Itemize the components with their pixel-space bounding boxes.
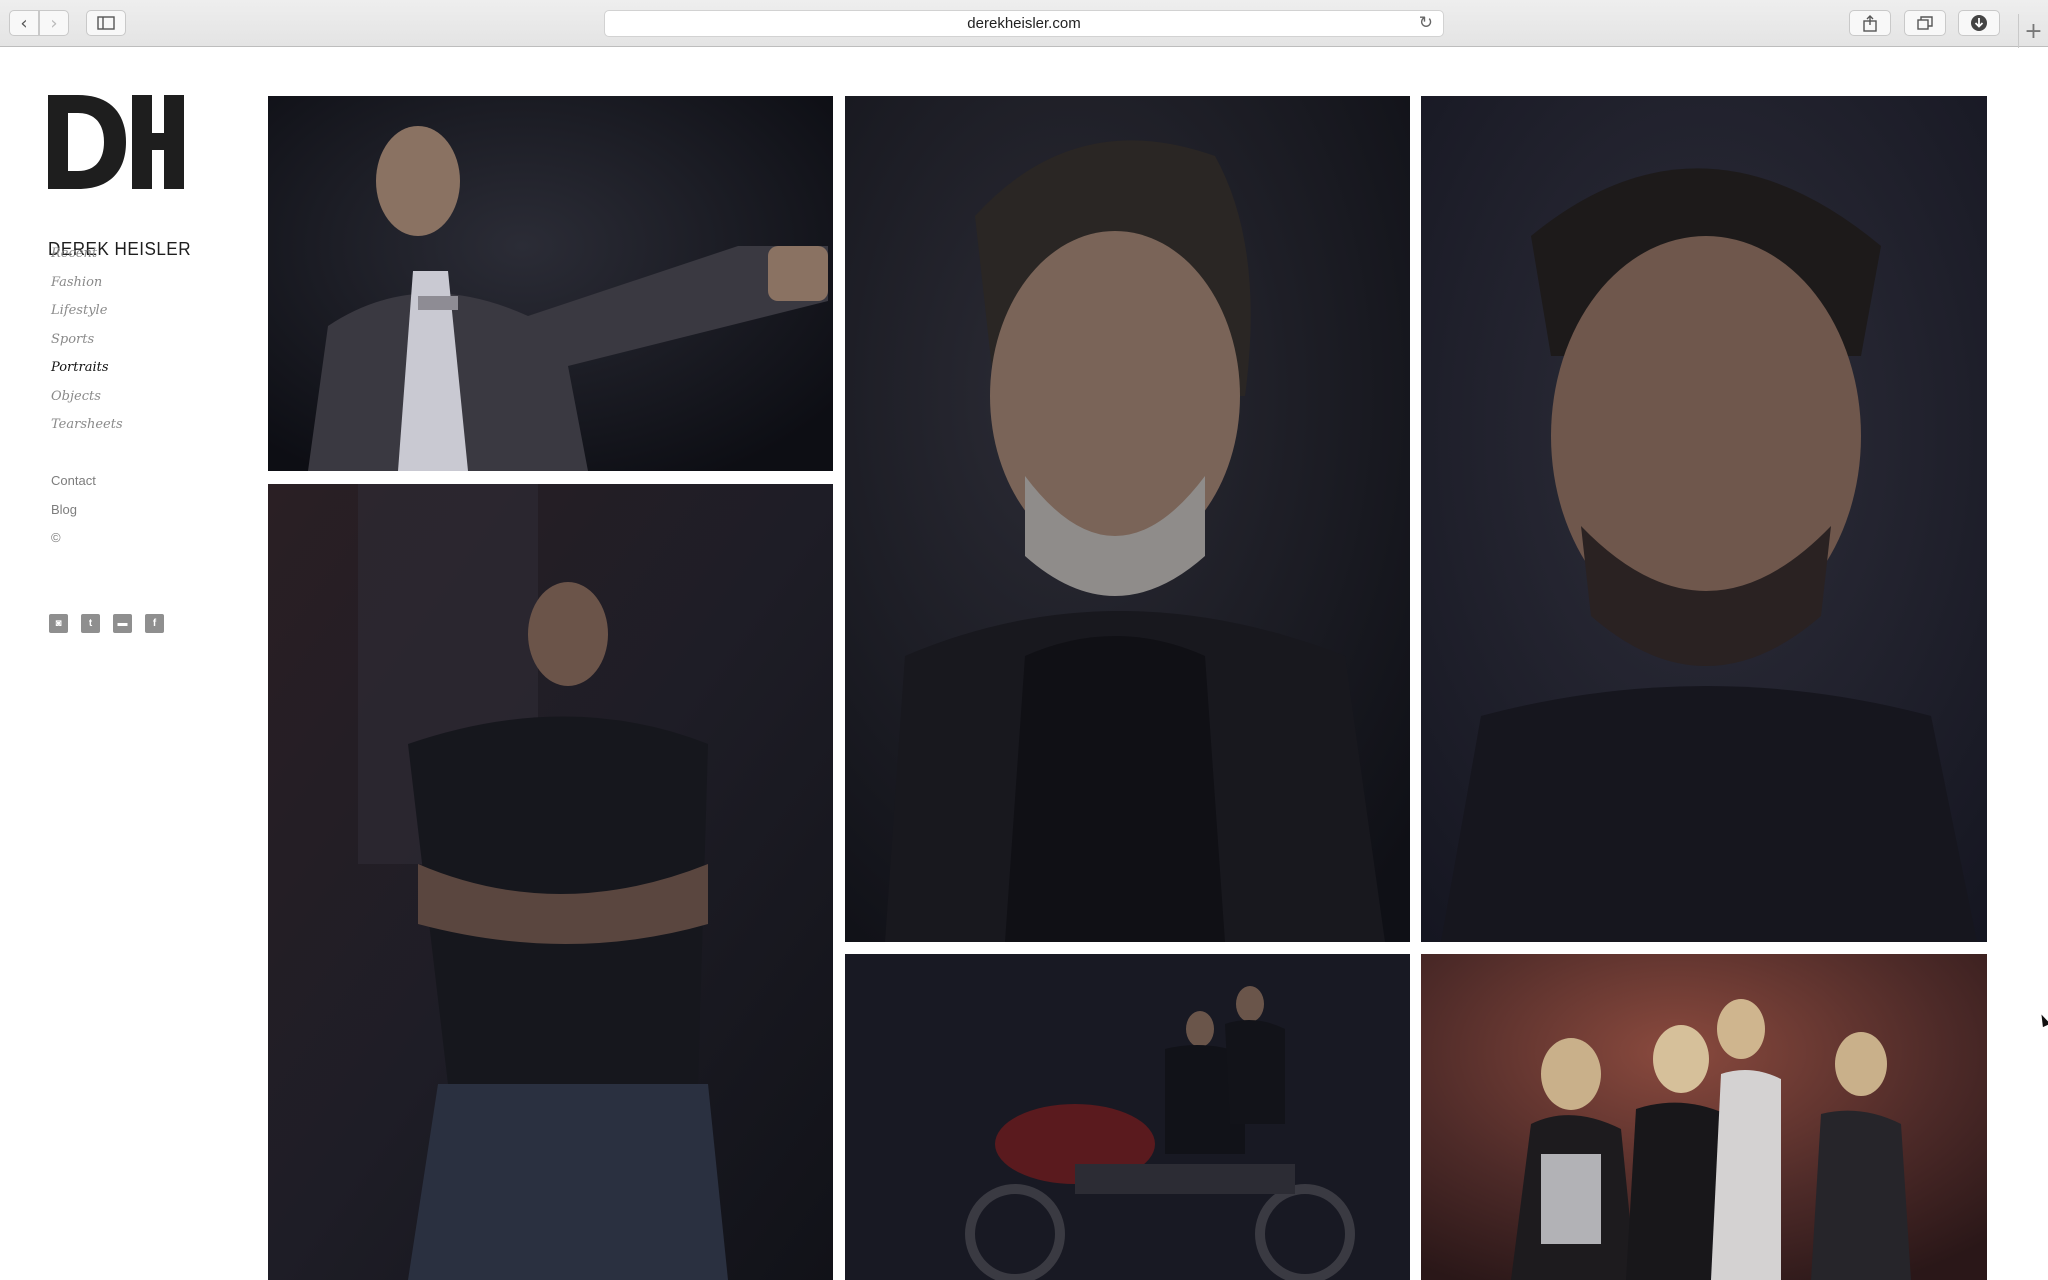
photo-bearded-man [1421,96,1987,942]
nav-item-tearsheets[interactable]: Tearsheets [51,417,123,446]
portfolio-nav: Recent Fashion Lifestyle Sports Portrait… [51,246,123,446]
site-sidebar: DEREK HEISLER Recent Fashion Lifestyle S… [0,48,260,1280]
nav-item-sports[interactable]: Sports [51,332,123,361]
nav-item-objects[interactable]: Objects [51,389,123,418]
portrait-photo-motorcycle-bikers[interactable] [845,954,1410,1280]
back-button[interactable]: ‹ [9,10,39,36]
download-icon [1971,15,1987,31]
portrait-photo-vest-man[interactable] [268,484,833,1280]
tab-overview-button[interactable] [1904,10,1946,36]
mouse-cursor [2037,1012,2048,1028]
photo-older-biker [845,96,1410,942]
site-logo[interactable]: DEREK HEISLER [48,95,191,259]
share-button[interactable] [1849,10,1891,36]
nav-item-recent[interactable]: Recent [51,246,123,275]
downloads-button[interactable] [1958,10,2000,36]
photo-band-girls [1421,954,1987,1280]
forward-button[interactable]: › [39,10,69,36]
new-tab-button[interactable]: + [2018,14,2048,48]
sidebar-icon [97,16,115,30]
instagram-icon[interactable]: ◙ [49,614,68,633]
photo-vest-man [268,484,833,1280]
dh-monogram-logo [48,95,184,189]
copyright-link[interactable]: © [51,530,96,559]
portrait-photo-bowtie-man[interactable] [268,96,833,471]
twitter-icon[interactable]: t [81,614,100,633]
portrait-photo-bearded-man[interactable] [1421,96,1987,942]
photo-motorcycle-bikers [845,954,1410,1280]
photo-bowtie-man [268,96,833,471]
share-icon [1863,14,1877,32]
portrait-photo-band-girls[interactable] [1421,954,1987,1280]
sidebar-toggle-button[interactable] [86,10,126,36]
nav-item-fashion[interactable]: Fashion [51,275,123,304]
plus-icon: + [2024,18,2043,44]
nav-item-portraits[interactable]: Portraits [51,360,123,389]
nav-item-lifestyle[interactable]: Lifestyle [51,303,123,332]
portrait-photo-older-biker[interactable] [845,96,1410,942]
tabs-icon [1917,16,1933,30]
nav-item-contact[interactable]: Contact [51,473,96,502]
nav-item-blog[interactable]: Blog [51,502,96,531]
url-text: derekheisler.com [967,15,1081,32]
browser-toolbar: ‹ › derekheisler.com ↻ + [0,0,2048,48]
facebook-icon[interactable]: f [145,614,164,633]
address-bar[interactable]: derekheisler.com ↻ [604,10,1444,37]
secondary-nav: Contact Blog © [51,473,96,559]
chevron-right-icon: › [50,12,58,34]
reload-icon[interactable]: ↻ [1419,13,1433,33]
social-links: ◙ t ▬ f [49,614,164,633]
chevron-left-icon: ‹ [20,12,28,34]
vimeo-icon[interactable]: ▬ [113,614,132,633]
